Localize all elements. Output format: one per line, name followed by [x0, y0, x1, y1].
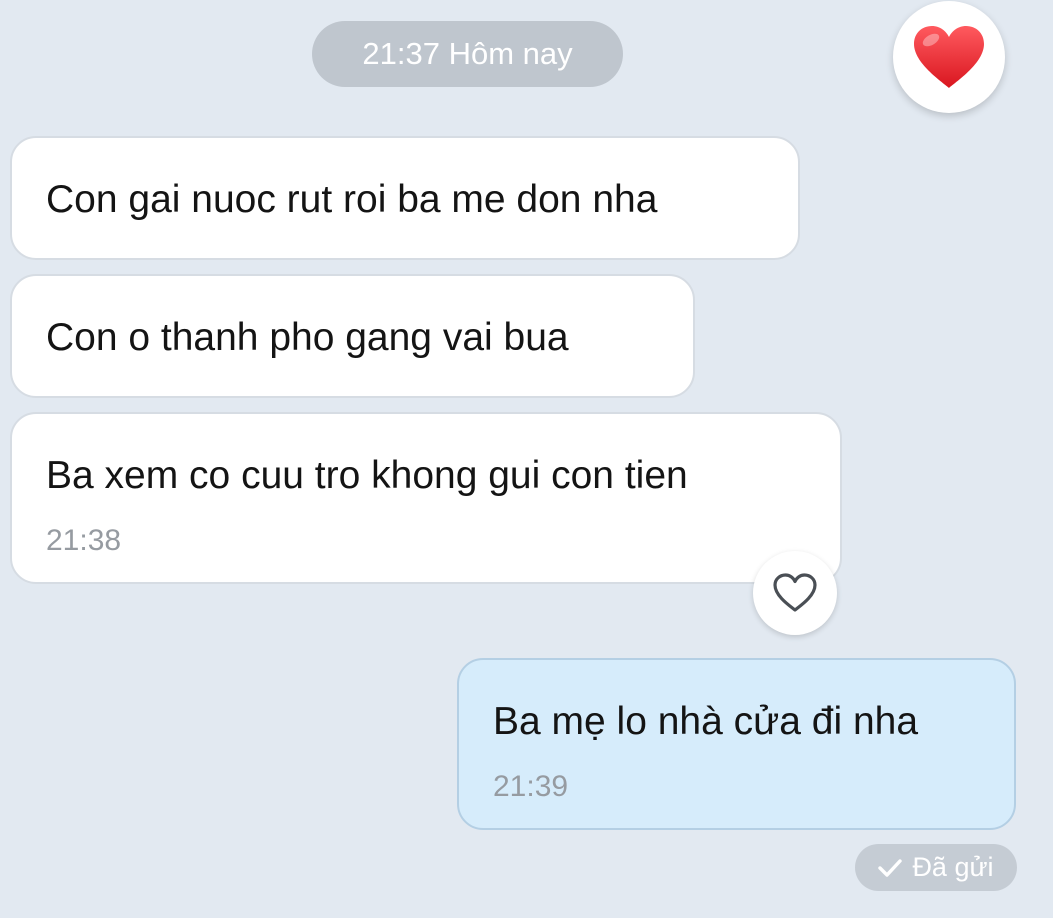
message-text: Con o thanh pho gang vai bua — [46, 316, 569, 359]
outgoing-message-bubble[interactable]: Ba mẹ lo nhà cửa đi nha 21:39 — [457, 658, 1016, 830]
message-text: Ba xem co cuu tro khong gui con tien — [46, 454, 688, 497]
heart-reaction-button[interactable] — [893, 1, 1005, 113]
checkmark-icon — [878, 858, 903, 877]
react-heart-button[interactable] — [753, 551, 837, 635]
incoming-message-bubble[interactable]: Ba xem co cuu tro khong gui con tien 21:… — [10, 412, 842, 584]
incoming-message-bubble[interactable]: Con o thanh pho gang vai bua — [10, 274, 695, 398]
heart-outline-icon — [773, 573, 817, 612]
status-text: Đã gửi — [912, 852, 994, 882]
incoming-message-bubble[interactable]: Con gai nuoc rut roi ba me don nha — [10, 136, 800, 260]
message-status-badge: Đã gửi — [855, 844, 1017, 891]
red-heart-icon — [914, 26, 984, 88]
message-timestamp: 21:38 — [46, 524, 122, 557]
message-text: Ba mẹ lo nhà cửa đi nha — [493, 700, 919, 743]
message-timestamp: 21:39 — [493, 770, 569, 803]
message-text: Con gai nuoc rut roi ba me don nha — [46, 178, 658, 221]
date-separator: 21:37 Hôm nay — [312, 21, 623, 87]
